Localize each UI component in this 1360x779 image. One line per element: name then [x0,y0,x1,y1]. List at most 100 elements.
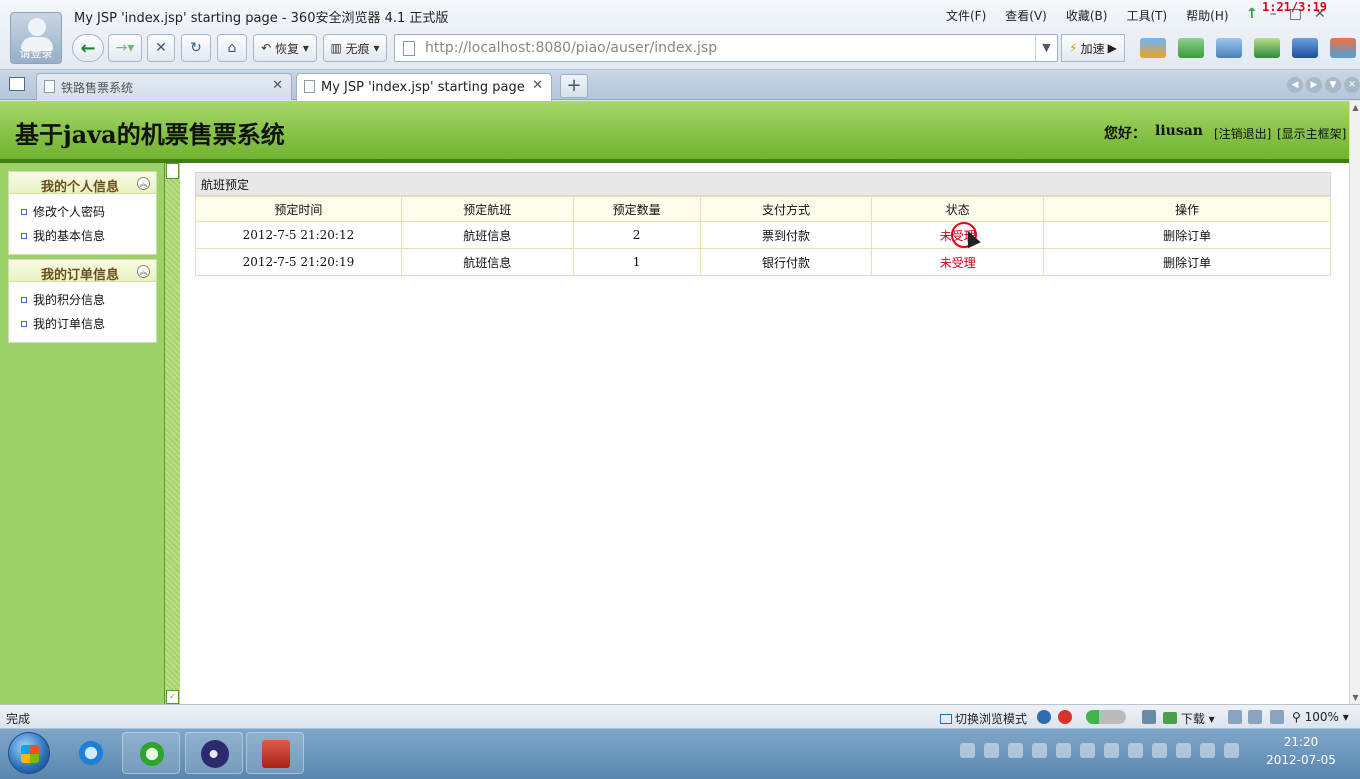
taskbar-360-browser[interactable] [122,732,180,774]
tray-app-icon[interactable] [1176,743,1191,758]
close-tab-icon[interactable]: ✕ [272,78,283,93]
tab-railway[interactable]: 铁路售票系统 ✕ [36,73,292,100]
tray-app-icon[interactable] [1128,743,1143,758]
eclipse-icon [201,740,229,768]
scroll-down-icon[interactable]: ▼ [1351,693,1360,702]
tab-next-icon[interactable]: ▶ [1306,77,1322,93]
security-shield-icon[interactable] [1058,710,1072,724]
username: liusan [1155,123,1203,139]
login-avatar[interactable]: 请登录 [10,12,62,64]
screenshot-tool-icon[interactable] [1142,710,1156,724]
volume-icon[interactable] [1270,710,1284,724]
sidebar-item-change-password[interactable]: 修改个人密码 [9,200,156,224]
stop-button[interactable]: ✕ [147,34,175,62]
collapse-icon[interactable]: ︽ [137,265,150,278]
tray-app-icon[interactable] [984,743,999,758]
column-header: 操作 [1043,196,1331,222]
upgrade-arrow-icon[interactable]: ↑ [1246,6,1258,22]
taskbar-ie[interactable] [62,732,120,774]
start-button[interactable] [8,732,50,774]
tab-prev-icon[interactable]: ◀ [1287,77,1303,93]
sidebar-item-points[interactable]: 我的积分信息 [9,288,156,312]
collapse-icon[interactable]: ︽ [137,177,150,190]
toggle-switch-icon[interactable] [1086,710,1126,724]
speed-button[interactable]: ⚡ 加速 ▶ [1061,34,1125,62]
sidebar-item-basic-info[interactable]: 我的基本信息 [9,224,156,248]
scroll-up-icon[interactable]: ▲ [1351,103,1360,112]
switch-mode-button[interactable]: 切换浏览模式 [940,710,1027,727]
splitter-bottom-handle[interactable]: ✓ [166,690,179,704]
tray-sync-icon[interactable] [1056,743,1071,758]
browser-titlebar: 请登录 My JSP 'index.jsp' starting page - 3… [0,0,1360,70]
network-signal-icon[interactable] [1200,743,1215,758]
speaker-icon[interactable] [1224,743,1239,758]
back-button[interactable]: ← [72,34,104,62]
page-scrollbar[interactable]: ▲ ▼ [1349,101,1360,704]
forward-button[interactable]: →▾ [108,34,142,62]
panel-title: 航班预定 [195,172,1331,196]
menu-favorites[interactable]: 收藏(B) [1066,7,1108,24]
splitter-top-handle[interactable] [166,163,179,179]
menu-view[interactable]: 查看(V) [1005,7,1047,24]
close-tab-icon[interactable]: ✕ [532,78,543,93]
tab-close-all-icon[interactable]: ✕ [1344,77,1360,93]
menu-block-header[interactable]: 我的个人信息 ︽ [9,172,156,195]
sidebar-item-label: 我的基本信息 [33,229,106,243]
sidebar-toggle-icon[interactable] [9,77,25,91]
new-tab-button[interactable]: + [560,74,588,98]
browser-statusbar: 完成 切换浏览模式 下载 ▾ ⚲ 100% ▾ [0,704,1360,728]
screenshot-icon[interactable] [1216,38,1242,58]
private-mode-label: 无痕 [345,41,370,56]
forward-arrow-icon: →▾ [115,40,135,56]
download-button[interactable]: 下载 ▾ [1163,710,1215,727]
browser-360-icon [138,740,166,768]
reload-button[interactable]: ↻ [181,34,211,62]
app-box-icon[interactable] [1140,38,1166,58]
address-bar[interactable]: http://localhost:8080/piao/auser/index.j… [394,34,1058,62]
show-frame-link[interactable]: [显示主框架] [1277,125,1346,142]
translate-icon[interactable] [1178,38,1204,58]
login-label[interactable]: 请登录 [11,45,61,61]
sidebar-item-orders[interactable]: 我的订单信息 [9,312,156,336]
theme-icon[interactable] [1330,38,1356,58]
menu-help[interactable]: 帮助(H) [1186,7,1228,24]
chevron-down-icon[interactable]: ▼ [1035,35,1057,61]
flight-info-link[interactable]: 航班信息 [400,221,574,249]
clock-time: 21:20 [1283,735,1319,749]
tray-flag-icon[interactable] [1152,743,1167,758]
ie-mode-icon[interactable] [1037,710,1051,724]
tab-title: My JSP 'index.jsp' starting page [321,80,525,95]
taskbar-eclipse[interactable] [185,732,243,774]
taskbar-clock[interactable]: 21:20 2012-07-05 [1262,733,1340,769]
tab-index-jsp[interactable]: My JSP 'index.jsp' starting page ✕ [296,73,552,101]
order-status: 未受理 [871,248,1045,276]
zoom-control[interactable]: ⚲ 100% ▾ [1292,710,1349,724]
keyboard-icon[interactable] [960,743,975,758]
tray-app-icon[interactable] [1080,743,1095,758]
flight-info-link[interactable]: 航班信息 [400,248,574,276]
url-text[interactable]: http://localhost:8080/piao/auser/index.j… [425,40,717,56]
private-mode-button[interactable]: ▥ 无痕 ▾ [323,34,387,62]
tray-app-icon[interactable] [1104,743,1119,758]
delete-order-link[interactable]: 删除订单 [1043,221,1331,249]
video-icon[interactable] [1292,38,1318,58]
home-button[interactable]: ⌂ [217,34,247,62]
taskbar-toolbox[interactable] [246,732,304,774]
restore-button[interactable]: ↶ 恢复 ▾ [253,34,317,62]
menu-file[interactable]: 文件(F) [946,7,986,24]
browser-menubar: 文件(F) 查看(V) 收藏(B) 工具(T) 帮助(H) [946,7,1229,24]
play-icon: ▶ [1107,41,1117,55]
phone-icon[interactable] [1228,710,1242,724]
delete-order-link[interactable]: 删除订单 [1043,248,1331,276]
menu-tools[interactable]: 工具(T) [1126,7,1167,24]
tray-notes-icon[interactable] [1032,743,1047,758]
logout-link[interactable]: [注销退出] [1214,125,1271,142]
tray-app-icon[interactable] [1008,743,1023,758]
sidebar-item-label: 我的订单信息 [33,317,106,331]
home-icon: ⌂ [227,40,237,56]
security-icon[interactable] [1254,38,1280,58]
window-layout-icon[interactable] [1248,710,1262,724]
menu-block-header[interactable]: 我的订单信息 ︽ [9,260,156,283]
frame-splitter[interactable]: ✓ [164,163,180,704]
tab-list-icon[interactable]: ▼ [1325,77,1341,93]
